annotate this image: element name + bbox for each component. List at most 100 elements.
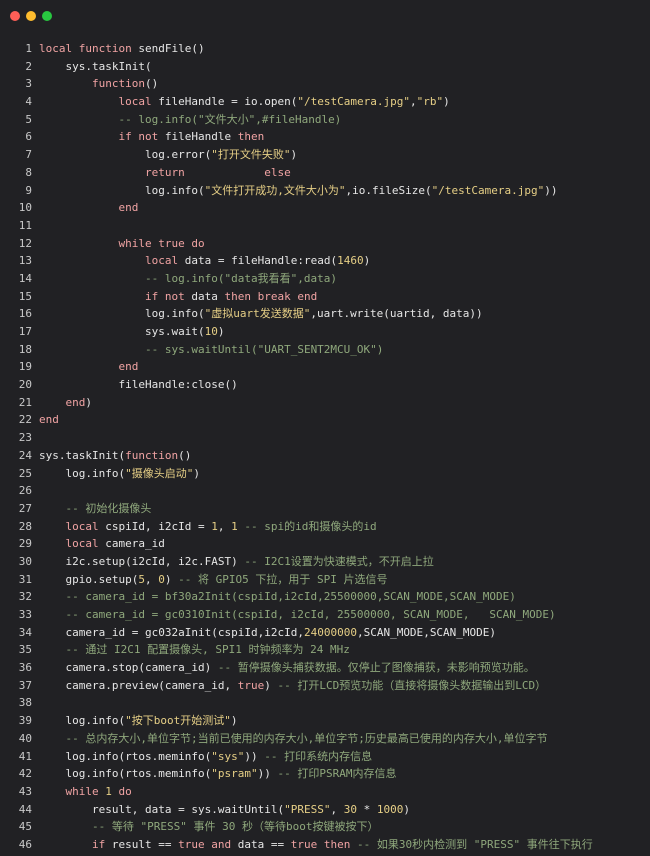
code-line: 7 log.error("打开文件失败") <box>0 146 650 164</box>
title-bar <box>0 0 650 30</box>
code-line: 3 function() <box>0 75 650 93</box>
code-text[interactable]: i2c.setup(i2cId, i2c.FAST) -- I2C1设置为快速模… <box>39 555 434 568</box>
code-text[interactable]: log.info("虚拟uart发送数据",uart.write(uartid,… <box>39 307 483 320</box>
line-number: 41 <box>18 749 32 763</box>
code-line: 27 -- 初始化摄像头 <box>0 500 650 518</box>
line-number: 29 <box>18 537 32 551</box>
code-text[interactable]: while true do <box>39 237 205 250</box>
code-text[interactable]: end) <box>39 396 93 409</box>
close-button[interactable] <box>10 11 20 21</box>
code-line: 29 local camera_id <box>0 535 650 553</box>
code-text[interactable]: log.info(rtos.meminfo("psram")) -- 打印PSR… <box>39 767 397 780</box>
code-line: 18 -- sys.waitUntil("UART_SENT2MCU_OK") <box>0 341 650 359</box>
code-line: 9 log.info("文件打开成功,文件大小为",io.fileSize("/… <box>0 182 650 200</box>
code-line: 30 i2c.setup(i2cId, i2c.FAST) -- I2C1设置为… <box>0 553 650 571</box>
line-number: 24 <box>18 448 32 462</box>
code-text[interactable]: fileHandle:close() <box>39 378 238 391</box>
line-number: 23 <box>18 431 32 445</box>
code-text[interactable]: -- camera_id = bf30a2Init(cspiId,i2cId,2… <box>39 590 516 603</box>
code-text[interactable]: sys.taskInit(function() <box>39 449 191 462</box>
code-line: 40 -- 总内存大小,单位字节;当前已使用的内存大小,单位字节;历史最高已使用… <box>0 730 650 748</box>
code-text[interactable]: log.error("打开文件失败") <box>39 148 297 161</box>
code-text[interactable]: -- sys.waitUntil("UART_SENT2MCU_OK") <box>39 343 383 356</box>
line-number: 40 <box>18 731 32 745</box>
line-number: 11 <box>18 218 32 232</box>
code-line: 31 gpio.setup(5, 0) -- 将 GPIO5 下拉，用于 SPI… <box>0 571 650 589</box>
line-number: 45 <box>18 820 32 834</box>
code-text[interactable]: local camera_id <box>39 537 165 550</box>
code-text[interactable]: sys.wait(10) <box>39 325 225 338</box>
code-line: 11 <box>0 217 650 235</box>
code-text[interactable]: -- 通过 I2C1 配置摄像头, SPI1 时钟频率为 24 MHz <box>39 643 350 656</box>
code-line: 26 <box>0 482 650 500</box>
line-number: 13 <box>18 254 32 268</box>
line-number: 5 <box>25 112 32 126</box>
code-text[interactable]: end <box>39 360 139 373</box>
code-text[interactable]: if not fileHandle then <box>39 130 265 143</box>
code-text[interactable]: local data = fileHandle:read(1460) <box>39 254 370 267</box>
code-text[interactable]: function() <box>39 77 158 90</box>
code-line: 14 -- log.info("data我看看",data) <box>0 270 650 288</box>
line-number: 20 <box>18 378 32 392</box>
minimize-button[interactable] <box>26 11 36 21</box>
code-text[interactable]: -- log.info("data我看看",data) <box>39 272 337 285</box>
line-number: 33 <box>18 608 32 621</box>
code-text[interactable]: end <box>39 413 59 426</box>
line-number: 16 <box>18 307 32 321</box>
code-text[interactable]: end <box>39 201 139 214</box>
code-text[interactable]: -- camera_id = gc0310Init(cspiId, i2cId,… <box>39 608 556 621</box>
line-number: 21 <box>18 395 32 409</box>
code-line: 16 log.info("虚拟uart发送数据",uart.write(uart… <box>0 305 650 323</box>
code-text[interactable]: result, data = sys.waitUntil("PRESS", 30… <box>39 803 410 816</box>
line-number: 18 <box>18 342 32 356</box>
code-text[interactable]: local function sendFile() <box>39 42 205 55</box>
line-number: 34 <box>18 625 32 639</box>
line-number: 44 <box>18 802 32 816</box>
code-text[interactable]: return else <box>39 166 291 179</box>
line-number: 9 <box>25 183 32 197</box>
line-number: 26 <box>18 484 32 498</box>
code-text[interactable]: log.info("摄像头启动") <box>39 467 201 480</box>
code-text[interactable]: log.info("文件打开成功,文件大小为",io.fileSize("/te… <box>39 184 557 197</box>
code-text[interactable]: gpio.setup(5, 0) -- 将 GPIO5 下拉，用于 SPI 片选… <box>39 573 388 586</box>
line-number: 39 <box>18 714 32 728</box>
code-line: 19 end <box>0 358 650 376</box>
code-line: 5 -- log.info("文件大小",#fileHandle) <box>0 111 650 129</box>
line-number: 4 <box>25 95 32 109</box>
line-number: 37 <box>18 678 32 692</box>
line-number: 38 <box>18 696 32 710</box>
code-text[interactable]: -- 初始化摄像头 <box>39 502 152 515</box>
code-text[interactable]: camera_id = gc032aInit(cspiId,i2cId,2400… <box>39 626 497 639</box>
code-text[interactable]: camera.stop(camera_id) -- 暂停摄像头捕获数据。仅停止了… <box>39 661 535 674</box>
code-line: 44 result, data = sys.waitUntil("PRESS",… <box>0 801 650 819</box>
code-line: 28 local cspiId, i2cId = 1, 1 -- spi的id和… <box>0 518 650 536</box>
code-line: 2 sys.taskInit( <box>0 58 650 76</box>
code-text[interactable]: -- log.info("文件大小",#fileHandle) <box>39 113 342 126</box>
code-line: 41 log.info(rtos.meminfo("sys")) -- 打印系统… <box>0 748 650 766</box>
code-text[interactable]: local fileHandle = io.open("/testCamera.… <box>39 95 450 108</box>
line-number: 14 <box>18 271 32 285</box>
line-number: 6 <box>25 130 32 144</box>
line-number: 1 <box>25 42 32 55</box>
code-line: 39 log.info("按下boot开始测试") <box>0 712 650 730</box>
line-number: 25 <box>18 466 32 480</box>
code-text[interactable]: while 1 do <box>39 785 132 798</box>
code-line: 17 sys.wait(10) <box>0 323 650 341</box>
maximize-button[interactable] <box>42 11 52 21</box>
code-text[interactable]: camera.preview(camera_id, true) -- 打开LCD… <box>39 679 547 692</box>
code-line: 43 while 1 do <box>0 783 650 801</box>
code-text[interactable]: sys.taskInit( <box>39 60 152 73</box>
code-text[interactable]: local cspiId, i2cId = 1, 1 -- spi的id和摄像头… <box>39 520 377 533</box>
line-number: 7 <box>25 148 32 162</box>
code-text[interactable]: -- 等待 "PRESS" 事件 30 秒（等待boot按键被按下） <box>39 820 378 833</box>
line-number: 46 <box>18 837 32 851</box>
code-text[interactable]: -- 总内存大小,单位字节;当前已使用的内存大小,单位字节;历史最高已使用的内存… <box>39 732 548 745</box>
code-text[interactable]: if result == true and data == true then … <box>39 838 593 851</box>
line-number: 3 <box>25 77 32 91</box>
code-text[interactable]: if not data then break end <box>39 290 317 303</box>
code-text[interactable]: log.info(rtos.meminfo("sys")) -- 打印系统内存信… <box>39 750 373 763</box>
code-line: 37 camera.preview(camera_id, true) -- 打开… <box>0 677 650 695</box>
line-number: 8 <box>25 165 32 179</box>
code-line: 8 return else <box>0 164 650 182</box>
code-text[interactable]: log.info("按下boot开始测试") <box>39 714 238 727</box>
